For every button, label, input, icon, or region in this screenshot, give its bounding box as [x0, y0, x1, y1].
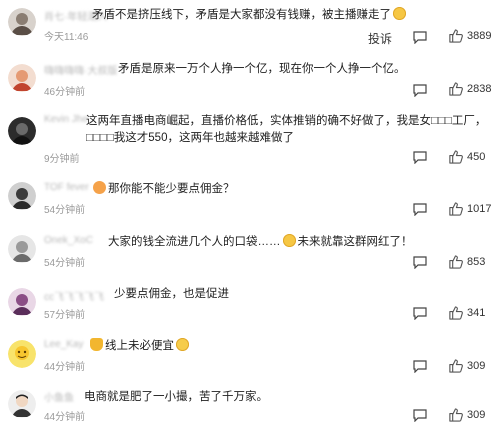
comment-bubble-icon[interactable] — [413, 307, 427, 320]
timestamp: 44分钟前 — [44, 362, 86, 373]
comment-text: 线上未必便宜 — [88, 338, 191, 355]
comment-text: 那你能不能少要点佣金？ — [91, 181, 235, 198]
avatar[interactable] — [8, 182, 36, 210]
like-button[interactable]: 2838 — [448, 81, 491, 96]
username[interactable]: Kevin Jhe — [44, 114, 88, 125]
avatar[interactable] — [8, 8, 36, 36]
comment-text: 矛盾不是挤压线下，矛盾是大家都没有钱赚，被主播赚走了 — [92, 7, 408, 24]
comment-bubble-icon[interactable] — [413, 256, 427, 269]
avatar[interactable] — [8, 64, 36, 92]
like-button[interactable]: 450 — [448, 149, 485, 164]
avatar[interactable] — [8, 288, 36, 316]
timestamp: 44分钟前 — [44, 412, 86, 423]
thumbs-up-icon — [449, 82, 463, 96]
like-button[interactable]: 309 — [448, 358, 485, 373]
like-button[interactable]: 3889 — [448, 28, 491, 43]
timestamp: 46分钟前 — [44, 87, 86, 98]
comment-text: 这两年直播电商崛起，直播价格低，实体推销的确不好做了，我是女□□□工厂，□□□□… — [86, 115, 487, 144]
like-button[interactable]: 341 — [448, 305, 485, 320]
username[interactable]: TOF fever — [44, 182, 89, 193]
thumbs-up-icon — [449, 202, 463, 216]
username[interactable]: 小鱼鱼 — [44, 389, 74, 404]
thumbs-up-icon — [449, 29, 463, 43]
comment-text: 电商就是肥了一小撮，苦了千万家。 — [84, 391, 268, 403]
timestamp: 今天11:46 — [44, 32, 89, 43]
comment-bubble-icon[interactable] — [413, 203, 427, 216]
thumbs-up-icon — [449, 255, 463, 269]
sly-emoji — [393, 7, 406, 20]
username[interactable]: Lee_Kay — [44, 339, 83, 350]
comment-bubble-icon[interactable] — [413, 84, 427, 97]
avatar[interactable] — [8, 117, 36, 145]
like-count: 2838 — [467, 82, 492, 95]
like-count: 3889 — [467, 29, 492, 42]
sly-emoji — [282, 234, 296, 247]
like-count: 450 — [467, 150, 486, 163]
crown-emoji — [90, 338, 103, 351]
comment-text: 少要点佣金，也是促进 — [114, 288, 229, 300]
like-count: 1017 — [467, 202, 492, 215]
like-count: 309 — [467, 408, 486, 421]
comment-text-part: 大家的钱全流进几个人的口袋…… — [108, 236, 281, 248]
thumbs-up-icon — [449, 408, 463, 422]
like-button[interactable]: 853 — [448, 254, 485, 269]
comment-text-part: 矛盾不是挤压线下，矛盾是大家都没有钱赚，被主播赚走了 — [92, 9, 391, 21]
comment-text-part: 线上未必便宜 — [105, 340, 174, 352]
username[interactable]: 嗨嗨嗨嗨·大叔版 — [44, 62, 117, 77]
comment-bubble-icon[interactable] — [413, 360, 427, 373]
comment-bubble-icon[interactable] — [413, 151, 427, 164]
like-count: 853 — [467, 255, 486, 268]
report-button[interactable]: 投诉 — [368, 30, 392, 47]
avatar[interactable] — [8, 235, 36, 263]
comment-text: 大家的钱全流进几个人的口袋…… 未来就靠这群网红了！ — [108, 234, 413, 251]
like-button[interactable]: 309 — [448, 407, 485, 422]
like-button[interactable]: 1017 — [448, 201, 491, 216]
thumbs-up-icon — [449, 306, 463, 320]
comment-bubble-icon[interactable] — [413, 31, 427, 44]
timestamp: 9分钟前 — [44, 154, 80, 165]
comment-text-part: 那你能不能少要点佣金？ — [108, 183, 235, 195]
avatar[interactable] — [8, 390, 36, 418]
timestamp: 57分钟前 — [44, 310, 86, 321]
thumbs-up-icon — [449, 150, 463, 164]
username[interactable]: Onek_XoC — [44, 235, 93, 246]
comment-text: 矛盾是原来一万个人挣一个亿，现在你一个人挣一个亿。 — [118, 63, 406, 75]
comment-bubble-icon[interactable] — [413, 409, 427, 422]
like-count: 309 — [467, 359, 486, 372]
laugh-emoji — [176, 338, 189, 351]
timestamp: 54分钟前 — [44, 258, 86, 269]
like-count: 341 — [467, 306, 486, 319]
avatar[interactable] — [8, 340, 36, 368]
thumbs-up-icon — [449, 359, 463, 373]
timestamp: 54分钟前 — [44, 205, 86, 216]
fire-emoji — [93, 181, 106, 194]
comment-text-part: 未来就靠这群网红了！ — [297, 236, 413, 248]
username[interactable]: cc飞飞飞飞飞 — [44, 288, 104, 303]
